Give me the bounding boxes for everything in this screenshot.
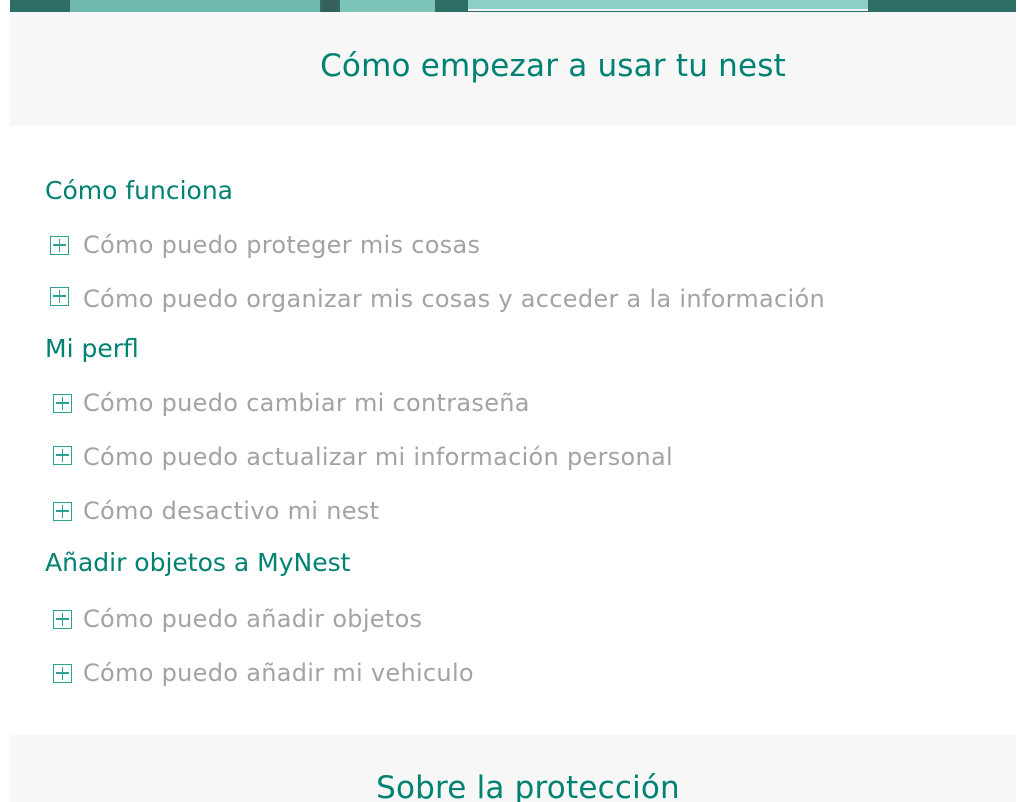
faq-item-add-objects[interactable]: Cómo puedo añadir objetos bbox=[53, 605, 422, 633]
faq-item-update-personal-info[interactable]: Cómo puedo actualizar mi información per… bbox=[53, 443, 673, 471]
faq-item-label: Cómo puedo cambiar mi contraseña bbox=[83, 389, 530, 417]
section-header-protection: Sobre la protección bbox=[10, 735, 1016, 802]
plus-square-icon[interactable] bbox=[50, 286, 69, 306]
faq-page: Cómo empezar a usar tu nest Cómo funcion… bbox=[0, 0, 1020, 802]
plus-square-icon[interactable] bbox=[53, 609, 72, 629]
section-title: Cómo empezar a usar tu nest bbox=[320, 48, 786, 84]
section-header-getting-started: Cómo empezar a usar tu nest bbox=[10, 12, 1016, 126]
plus-square-icon[interactable] bbox=[53, 445, 72, 465]
group-title-my-profile: Mi perfl bbox=[45, 334, 139, 363]
faq-item-label: Cómo puedo añadir objetos bbox=[83, 605, 423, 633]
top-banner-image bbox=[10, 0, 1016, 12]
faq-item-deactivate-nest[interactable]: Cómo desactivo mi nest bbox=[53, 497, 379, 525]
plus-square-icon[interactable] bbox=[53, 663, 72, 683]
plus-square-icon[interactable] bbox=[53, 501, 72, 521]
plus-square-icon[interactable] bbox=[53, 393, 72, 413]
faq-item-label: Cómo puedo añadir mi vehiculo bbox=[83, 659, 474, 687]
faq-item-add-vehicle[interactable]: Cómo puedo añadir mi vehiculo bbox=[53, 659, 474, 687]
faq-item-organize-things[interactable]: Cómo puedo organizar mis cosas y acceder… bbox=[50, 285, 825, 313]
plus-square-icon[interactable] bbox=[50, 235, 69, 255]
faq-item-label: Cómo puedo organizar mis cosas y acceder… bbox=[83, 285, 825, 313]
faq-item-label: Cómo desactivo mi nest bbox=[83, 497, 380, 525]
section-title: Sobre la protección bbox=[376, 770, 680, 802]
faq-item-protect-things[interactable]: Cómo puedo proteger mis cosas bbox=[50, 231, 480, 259]
faq-item-label: Cómo puedo proteger mis cosas bbox=[83, 231, 481, 259]
group-title-add-objects: Añadir objetos a MyNest bbox=[45, 548, 351, 577]
group-title-how-it-works: Cómo funciona bbox=[45, 176, 233, 205]
faq-item-change-password[interactable]: Cómo puedo cambiar mi contraseña bbox=[53, 389, 530, 417]
faq-item-label: Cómo puedo actualizar mi información per… bbox=[83, 443, 674, 471]
